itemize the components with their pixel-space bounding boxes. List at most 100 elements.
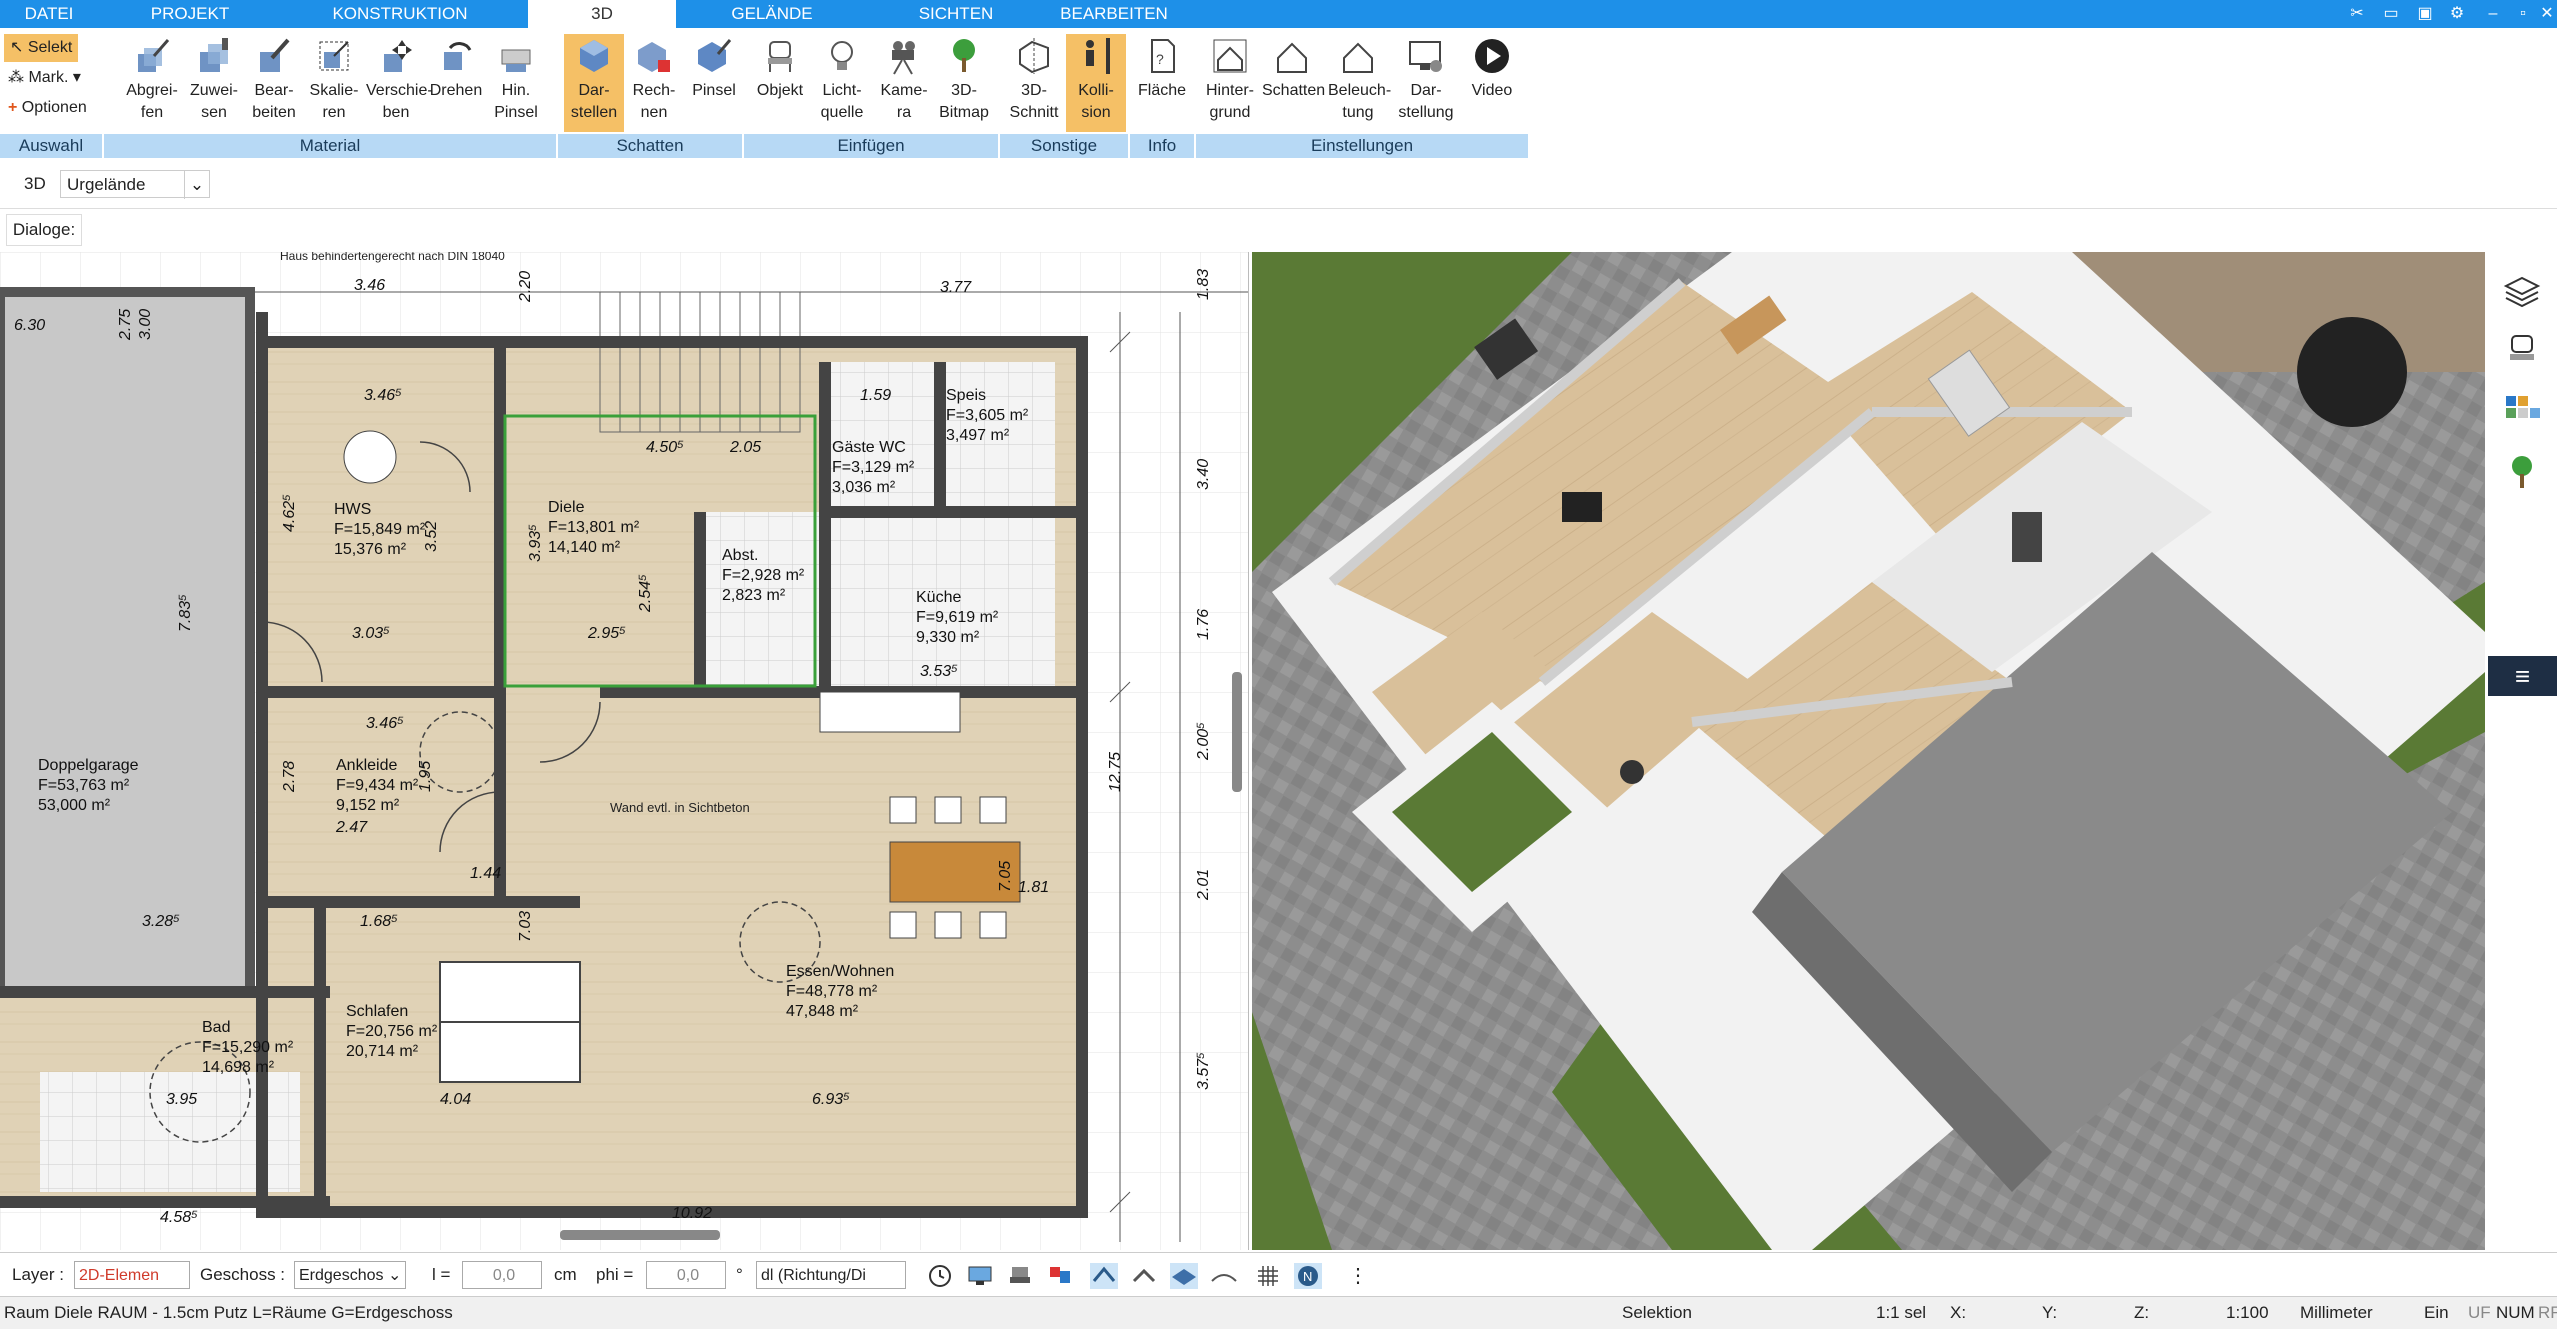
close-icon[interactable]: ✕ [2536, 4, 2557, 24]
dim-label: 7.03 [517, 911, 534, 942]
tab-sichten[interactable]: SICHTEN [880, 0, 1032, 28]
background-house-icon [1213, 39, 1247, 73]
tools-icon[interactable]: ✂ [2346, 4, 2368, 24]
furniture-icon[interactable] [1006, 1263, 1034, 1289]
chair-icon[interactable] [2502, 332, 2542, 372]
material-palette-icon[interactable] [2502, 392, 2542, 432]
schatten-pinsel-label: Pinsel [692, 82, 736, 99]
tab-konstruktion[interactable]: KONSTRUKTION [300, 0, 500, 28]
kamera-button[interactable]: Kame- ra [874, 34, 934, 132]
monitor-settings-icon [1409, 41, 1442, 72]
settings-icon[interactable]: ⚙ [2446, 4, 2468, 24]
view-toolbar: 3D Urgelände ⌄ [0, 162, 2557, 209]
status-bar: Raum Diele RAUM - 1.5cm Putz L=Räume G=E… [0, 1296, 2557, 1329]
mark-button[interactable]: ⁂ Mark. ▾ [8, 64, 81, 92]
bitmap-3d-button[interactable]: 3D- Bitmap [934, 34, 994, 132]
schatten-pinsel-button[interactable]: Pinsel [684, 34, 744, 132]
dim-label: 3.28⁵ [142, 913, 180, 930]
direction-value: dl (Richtung/Di [761, 1267, 866, 1284]
hatch-icon[interactable] [1130, 1263, 1158, 1289]
rechnen-label: Rech- nen [632, 82, 676, 121]
maximize-icon[interactable]: ▫ [2512, 4, 2534, 24]
svg-text:N: N [1303, 1269, 1312, 1284]
tab-bearbeiten[interactable]: BEARBEITEN [1040, 0, 1188, 28]
zuweisen-button[interactable]: Zuwei- sen [184, 34, 244, 132]
grid-icon[interactable] [1254, 1263, 1282, 1289]
room-area2-doppelgarage: 53,000 m² [38, 797, 111, 814]
terrain-select[interactable]: Urgelände ⌄ [60, 170, 210, 199]
dim-label: 3.52 [423, 521, 440, 552]
l-label: l = [432, 1265, 451, 1284]
tree-icon[interactable] [2502, 452, 2542, 492]
hin-pinsel-button[interactable]: Hin. Pinsel [486, 34, 546, 132]
video-button[interactable]: Video [1462, 34, 1522, 132]
terrain-icon[interactable] [1210, 1263, 1238, 1289]
optionen-label: Optionen [21, 99, 87, 116]
room-area2-gaeste-wc: 3,036 m² [832, 479, 896, 496]
objekt-button[interactable]: Objekt [750, 34, 810, 132]
tab-projekt[interactable]: PROJEKT [110, 0, 270, 28]
area-document-icon: ? [1151, 39, 1175, 73]
kollision-button[interactable]: Kolli- sion [1066, 34, 1126, 132]
dim-label: 2.01 [1195, 869, 1212, 901]
dim-label: 3.53⁵ [920, 663, 958, 680]
roof-icon[interactable] [1090, 1263, 1118, 1289]
dim-label: 1.44 [470, 865, 501, 882]
shadow-calc-icon [638, 42, 670, 72]
darstellung-label: Dar- stellung [1398, 82, 1454, 121]
clock-icon[interactable] [926, 1263, 954, 1289]
textures-icon[interactable] [1046, 1263, 1074, 1289]
dim-label: 1.76 [1195, 609, 1212, 640]
dim-label: 7.05 [997, 861, 1014, 892]
lichtquelle-button[interactable]: Licht- quelle [812, 34, 872, 132]
phi-input[interactable]: 0,0 [646, 1261, 726, 1289]
room-area2-hws: 15,376 m² [334, 541, 407, 558]
monitor-icon[interactable] [966, 1263, 994, 1289]
layout-icon[interactable]: ▣ [2414, 4, 2436, 24]
schatten-settings-button[interactable]: Schatten [1262, 34, 1325, 132]
tab-datei[interactable]: DATEI [0, 0, 98, 28]
geschoss-select[interactable]: Erdgeschos ⌄ [294, 1261, 406, 1289]
flaeche-button[interactable]: ? Fläche [1132, 34, 1192, 132]
hintergrund-button[interactable]: Hinter- grund [1200, 34, 1260, 132]
north-icon[interactable]: N [1294, 1263, 1322, 1289]
beleuchtung-button[interactable]: Beleuch- tung [1328, 34, 1391, 132]
dim-label: 3.46⁵ [364, 387, 402, 404]
more-options-icon[interactable]: ⋮ [1348, 1263, 1368, 1288]
abgreifen-label: Abgrei- fen [126, 82, 178, 121]
optionen-button[interactable]: + Optionen [8, 94, 87, 122]
verschieben-button[interactable]: Verschie- ben [366, 34, 433, 132]
folder-icon[interactable]: ▭ [2380, 4, 2402, 24]
bearbeiten-button[interactable]: Bear- beiten [244, 34, 304, 132]
abgreifen-button[interactable]: Abgrei- fen [122, 34, 182, 132]
move-icon [384, 40, 412, 72]
3d-view[interactable] [1252, 252, 2485, 1250]
tab-3d[interactable]: 3D [528, 0, 676, 28]
direction-select[interactable]: dl (Richtung/Di [756, 1261, 906, 1289]
dialog-bar: Dialoge: [0, 210, 2557, 250]
rechnen-button[interactable]: Rech- nen [624, 34, 684, 132]
layer-select[interactable]: 2D-Elemen [74, 1261, 190, 1289]
floor-plan-view[interactable]: HWS F=15,849 m² 15,376 m² Diele F=13,801… [0, 252, 1249, 1250]
menu-tab-bar: DATEI PROJEKT KONSTRUKTION 3D GELÄNDE SI… [0, 0, 2557, 28]
layers-icon[interactable] [2502, 272, 2542, 312]
minimize-icon[interactable]: – [2482, 4, 2504, 24]
dim-label: 6.30 [14, 317, 45, 334]
collision-icon [1086, 38, 1110, 74]
rotate-icon [444, 42, 472, 70]
drehen-button[interactable]: Drehen [426, 34, 486, 132]
tab-gelaende[interactable]: GELÄNDE [696, 0, 848, 28]
darstellen-button[interactable]: Dar- stellen [564, 34, 624, 132]
schnitt-3d-button[interactable]: 3D- Schnitt [1004, 34, 1064, 132]
hamburger-menu-icon[interactable]: ≡ [2488, 656, 2557, 696]
brush-icon [501, 49, 531, 72]
schnitt-3d-label: 3D- Schnitt [1009, 82, 1059, 121]
lightbulb-icon [831, 41, 853, 70]
dim-label: 3.57⁵ [1195, 1052, 1212, 1090]
floor-plane-icon[interactable] [1170, 1263, 1198, 1289]
skalieren-button[interactable]: Skalie- ren [304, 34, 364, 132]
selekt-button[interactable]: ↖ Selekt [4, 34, 79, 62]
l-input[interactable]: 0,0 [462, 1261, 542, 1289]
darstellung-button[interactable]: Dar- stellung [1396, 34, 1456, 132]
group-material: Abgrei- fen Zuwei- sen Bear- beiten Skal… [104, 28, 558, 158]
